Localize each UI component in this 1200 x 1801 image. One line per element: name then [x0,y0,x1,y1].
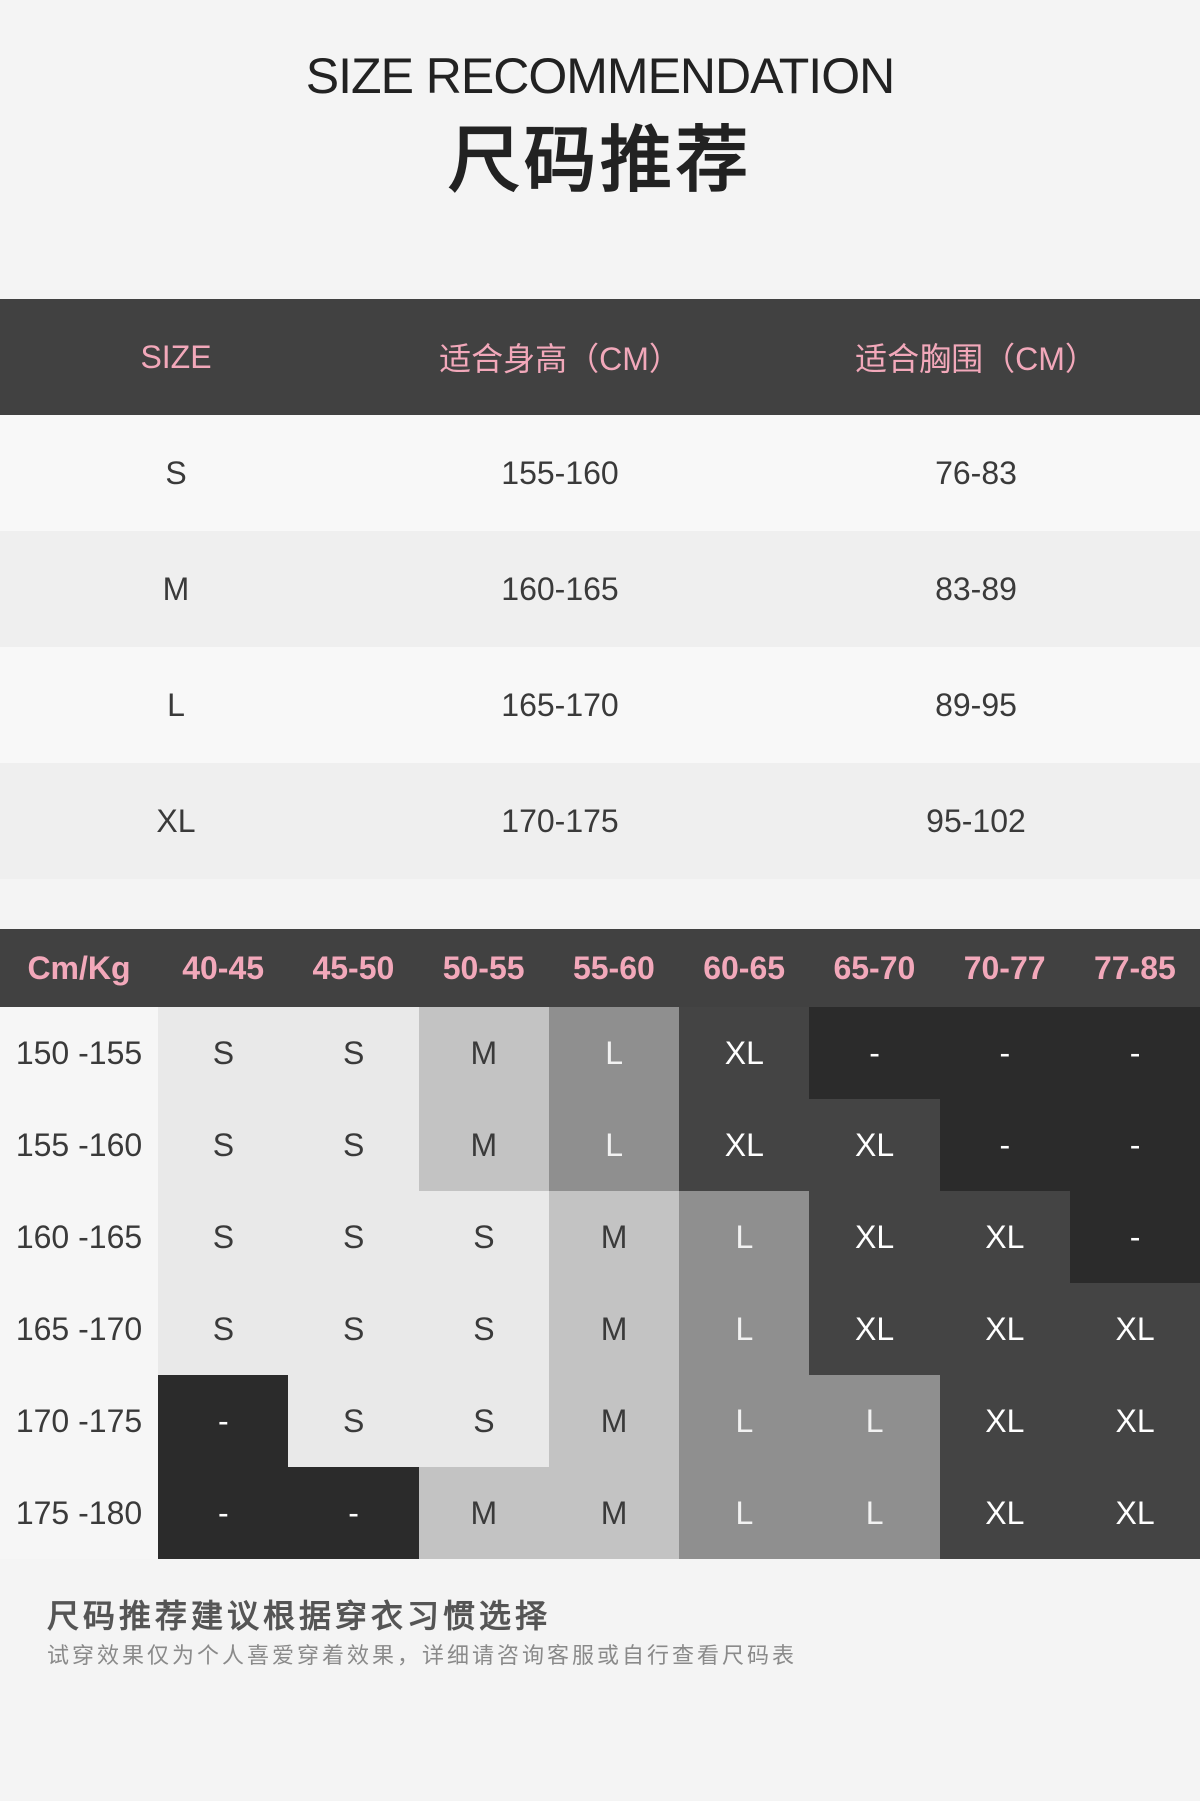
table-row: XL 170-175 95-102 [0,763,1200,879]
size-grid-cell: - [158,1375,289,1467]
size-grid-cell: XL [939,1467,1071,1559]
size-grid-cell: M [548,1467,680,1559]
size-grid-cell: L [679,1283,810,1375]
notes-section: 尺码推荐建议根据穿衣习惯选择 试穿效果仅为个人喜爱穿着效果，详细请咨询客服或自行… [47,1596,1147,1672]
size-grid-cell: S [158,1283,289,1375]
weight-table-header: Cm/Kg 40-45 45-50 50-55 55-60 60-65 65-70 70-77… [0,929,1200,1007]
size-grid-cell: XL [939,1283,1071,1375]
height-cell: 170-175 [501,802,619,839]
size-grid-cell: S [158,1099,289,1191]
size-grid-cell: XL [809,1283,940,1375]
size-grid-cell: S [158,1007,289,1099]
size-grid-cell: M [418,1467,550,1559]
page-title-cn: 尺码推荐 [447,118,752,202]
size-grid-cell: M [548,1283,680,1375]
corner-header: Cm/Kg [27,949,131,986]
size-grid-cell: M [418,1099,550,1191]
size-grid-cell: L [679,1375,810,1467]
size-table-header: SIZE 适合身高（CM） 适合胸围（CM） [0,299,1200,415]
size-cell: M [162,570,190,607]
size-grid-cell: - [1069,1099,1200,1191]
height-row-label: 165 -170 [0,1283,158,1375]
size-grid-cell: L [809,1467,940,1559]
size-cell: L [167,686,185,723]
weight-column-header: 50-55 [442,949,525,986]
height-row-label: 170 -175 [0,1375,158,1467]
size-cell: S [165,454,187,491]
chest-cell: 76-83 [935,454,1017,491]
note-title: 尺码推荐建议根据穿衣习惯选择 [47,1597,552,1635]
chest-cell: 83-89 [935,570,1017,607]
size-grid-cell: S [288,1007,419,1099]
height-row-label: 175 -180 [0,1467,158,1559]
size-grid-cell: L [679,1467,810,1559]
size-table: SIZE 适合身高（CM） 适合胸围（CM） S 155-160 76-83 M… [0,299,1200,879]
height-row-label: 160 -165 [0,1191,158,1283]
weight-size-table: Cm/Kg 40-45 45-50 50-55 55-60 60-65 65-70 70-77… [0,929,1200,1559]
size-grid-cell: L [809,1375,940,1467]
note-subtitle: 试穿效果仅为个人喜爱穿着效果，详细请咨询客服或自行查看尺码表 [47,1644,798,1669]
size-grid-cell: M [548,1375,680,1467]
weight-column-header: 55-60 [572,949,655,986]
size-grid-cell: - [1069,1007,1200,1099]
height-cell: 165-170 [501,686,619,723]
size-grid-cell: XL [679,1007,810,1099]
size-grid-cell: XL [1069,1375,1200,1467]
size-grid-cell: M [418,1007,550,1099]
size-grid-cell: XL [939,1191,1071,1283]
size-grid-cell: - [1069,1191,1200,1283]
height-row-label: 155 -160 [0,1099,158,1191]
size-grid-cell: L [548,1099,680,1191]
size-grid-cell: S [288,1283,419,1375]
size-grid-cell: S [418,1375,550,1467]
size-grid-cell: L [548,1007,680,1099]
size-grid-cell: S [418,1191,550,1283]
size-grid-cell: XL [809,1099,940,1191]
size-grid-cell: - [158,1467,289,1559]
weight-column-header: 40-45 [182,949,265,986]
size-grid-cell: S [418,1283,550,1375]
size-cell: XL [156,802,196,839]
page-title-en: SIZE RECOMMENDATION [305,48,895,104]
size-grid-cell: - [939,1099,1071,1191]
size-grid-cell: XL [679,1099,810,1191]
table-row: L 165-170 89-95 [0,647,1200,763]
size-grid-cell: XL [1069,1467,1200,1559]
height-cell: 155-160 [501,454,619,491]
size-grid-cell: - [288,1467,419,1559]
table-row: S 155-160 76-83 [0,415,1200,531]
size-grid-cell: S [288,1099,419,1191]
chest-cell: 89-95 [935,686,1017,723]
table-row: M 160-165 83-89 [0,531,1200,647]
size-grid-cell: - [809,1007,940,1099]
weight-column-header: 77-85 [1093,949,1176,986]
weight-column-header: 45-50 [312,949,395,986]
page-header: SIZE RECOMMENDATION 尺码推荐 [0,0,1200,300]
chest-header: 适合胸围（CM） [855,341,1097,377]
height-row-label: 150 -155 [0,1007,158,1099]
size-grid-cell: - [939,1007,1071,1099]
size-grid-cell: XL [1069,1283,1200,1375]
size-grid-cell: XL [809,1191,940,1283]
size-grid-cell: M [548,1191,680,1283]
chest-cell: 95-102 [926,802,1026,839]
weight-column-header: 70-77 [963,949,1046,986]
weight-column-header: 65-70 [833,949,916,986]
size-grid-cell: S [288,1191,419,1283]
size-grid-cell: XL [939,1375,1071,1467]
size-grid-cell: S [158,1191,289,1283]
size-header: SIZE [140,338,212,375]
weight-column-header: 60-65 [703,949,786,986]
size-grid-cell: L [679,1191,810,1283]
height-header: 适合身高（CM） [439,341,681,377]
height-cell: 160-165 [501,570,619,607]
size-grid-cell: S [288,1375,419,1467]
